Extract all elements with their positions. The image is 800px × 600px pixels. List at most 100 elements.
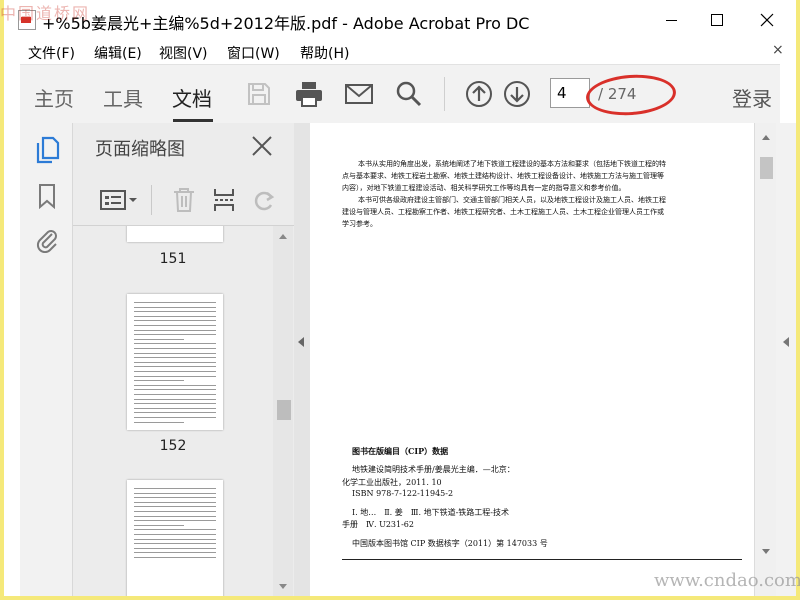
red-highlight-ellipse	[584, 71, 678, 119]
previous-page-button[interactable]	[462, 77, 496, 111]
close-document-button[interactable]: ×	[772, 42, 784, 58]
page-up-icon	[466, 81, 492, 107]
minimize-icon	[665, 19, 677, 21]
cip-line: ISBN 978-7-122-11945-2	[352, 489, 454, 498]
page-thumbnails-button[interactable]	[32, 135, 62, 165]
tab-tools[interactable]: 工具	[103, 83, 143, 112]
thumbnail-text-line	[134, 524, 184, 526]
thumbnail-panel: 页面缩略图 151 152	[72, 123, 295, 596]
scroll-down-arrow[interactable]	[762, 549, 770, 554]
thumbnail-scroll-thumb[interactable]	[277, 400, 291, 420]
thumbnail-text-line	[134, 366, 216, 368]
close-window-button[interactable]	[744, 0, 790, 40]
delete-page-icon	[174, 188, 194, 212]
thumbnail-text-line	[134, 302, 216, 303]
search-button[interactable]	[392, 77, 426, 111]
watermark-top: 中国道桥网	[0, 4, 91, 23]
thumbnail-text-line	[134, 534, 216, 535]
thumbnail-text-line	[134, 417, 216, 418]
attachments-button[interactable]	[32, 225, 62, 255]
document-view[interactable]: 本书从实用的角度出发，系统地阐述了地下铁道工程建设的基本方法和要求（包括地下铁道…	[310, 123, 754, 596]
menu-window[interactable]: 窗口(W)	[227, 43, 280, 63]
thumbnail-text-line	[134, 320, 216, 322]
thumbnail-text-line	[134, 515, 216, 517]
thumbnail-text-line	[134, 538, 216, 540]
thumbnail-text-line	[134, 394, 216, 395]
panel-splitter[interactable]	[294, 123, 310, 596]
thumbnail-text-line	[134, 557, 216, 558]
close-panel-button[interactable]	[249, 133, 275, 159]
thumbnail-text-line	[134, 552, 216, 554]
thumbnail-text-line	[134, 403, 216, 405]
thumbnail-text-line	[134, 412, 216, 414]
thumbnail-text-line	[134, 511, 216, 512]
thumbnail-text-line	[134, 398, 216, 400]
scroll-up-arrow[interactable]	[762, 135, 770, 140]
scroll-down-arrow[interactable]	[279, 584, 287, 589]
maximize-icon	[711, 14, 723, 26]
thumbnail-page-next[interactable]	[127, 480, 223, 596]
menu-edit[interactable]: 编辑(E)	[94, 43, 142, 63]
page-rule	[342, 559, 742, 560]
minimize-button[interactable]	[648, 0, 694, 40]
thumbnail-text-line	[134, 488, 216, 489]
page-number-input[interactable]	[550, 78, 590, 108]
print-button[interactable]	[292, 77, 326, 111]
thumbnail-options-button[interactable]	[97, 185, 141, 215]
active-tab-indicator	[173, 119, 213, 122]
bookmark-icon	[39, 184, 55, 209]
tab-document[interactable]: 文档	[172, 83, 212, 112]
cip-line: 手册 Ⅳ. U231-62	[342, 520, 414, 529]
cip-heading: 图书在版编目（CIP）数据	[352, 446, 449, 456]
login-button[interactable]: 登录	[732, 83, 772, 112]
thumbnail-text-line	[134, 529, 216, 531]
cip-line: 中国版本图书馆 CIP 数据核字（2011）第 147033 号	[352, 539, 548, 548]
thumbnail-text-line	[134, 501, 216, 503]
doc-paragraph-line: 本书从实用的角度出发，系统地阐述了地下铁道工程建设的基本方法和要求（包括地下铁道…	[358, 160, 666, 168]
panel-toolbar-separator	[151, 185, 152, 215]
email-button[interactable]	[342, 77, 376, 111]
menu-view[interactable]: 视图(V)	[159, 43, 208, 63]
thumbnail-text-line	[134, 311, 216, 313]
rotate-page-button[interactable]	[249, 185, 279, 215]
thumbnail-text-line	[134, 384, 216, 386]
scroll-up-arrow[interactable]	[279, 234, 287, 239]
thumbnail-text-line	[134, 357, 216, 359]
thumbnail-text-line	[134, 520, 216, 522]
bookmarks-button[interactable]	[32, 181, 62, 211]
expand-right-pane-arrow[interactable]	[783, 337, 789, 347]
doc-paragraph-line: 本书可供各级政府建设主管部门、交通主管部门相关人员，以及地铁工程设计及施工人员、…	[358, 196, 666, 204]
thumbnail-text-line	[134, 325, 216, 326]
thumbnail-options-icon	[100, 190, 137, 210]
page-thumbnails-icon	[36, 136, 60, 164]
thumbnail-text-line	[134, 492, 216, 494]
thumbnail-text-line	[134, 329, 216, 331]
thumbnail-text-line	[134, 375, 216, 377]
right-pane-toggle[interactable]	[776, 123, 796, 596]
thumbnail-text-line	[134, 497, 216, 499]
thumbnail-text-line	[134, 506, 216, 508]
save-button[interactable]	[242, 77, 276, 111]
tab-home[interactable]: 主页	[34, 83, 74, 112]
menu-help[interactable]: 帮助(H)	[300, 43, 349, 63]
menu-file[interactable]: 文件(F)	[28, 43, 75, 63]
thumbnail-page-152[interactable]	[127, 294, 223, 430]
insert-page-button[interactable]	[209, 185, 239, 215]
title-bar[interactable]: +%5b姜晨光+主编%5d+2012年版.pdf - Adobe Acrobat…	[4, 0, 796, 40]
thumbnail-text-line	[134, 352, 216, 354]
thumbnail-scrollbar[interactable]	[273, 226, 293, 596]
collapse-panel-arrow[interactable]	[298, 337, 304, 347]
thumbnail-page-151[interactable]	[127, 226, 223, 242]
cip-line: Ⅰ. 地… Ⅱ. 姜 Ⅲ. 地下铁道-铁路工程-技术	[352, 508, 509, 517]
document-scroll-thumb[interactable]	[760, 157, 773, 179]
thumbnail-text-line	[134, 380, 184, 382]
thumbnail-text-line	[134, 343, 216, 345]
search-icon	[396, 81, 422, 107]
next-page-button[interactable]	[500, 77, 534, 111]
maximize-button[interactable]	[694, 0, 740, 40]
thumbnail-text-line	[134, 315, 216, 317]
document-scrollbar[interactable]	[754, 123, 777, 596]
delete-page-button[interactable]	[169, 185, 199, 215]
doc-paragraph-line: 学习参考。	[342, 220, 377, 228]
close-icon	[252, 136, 272, 156]
